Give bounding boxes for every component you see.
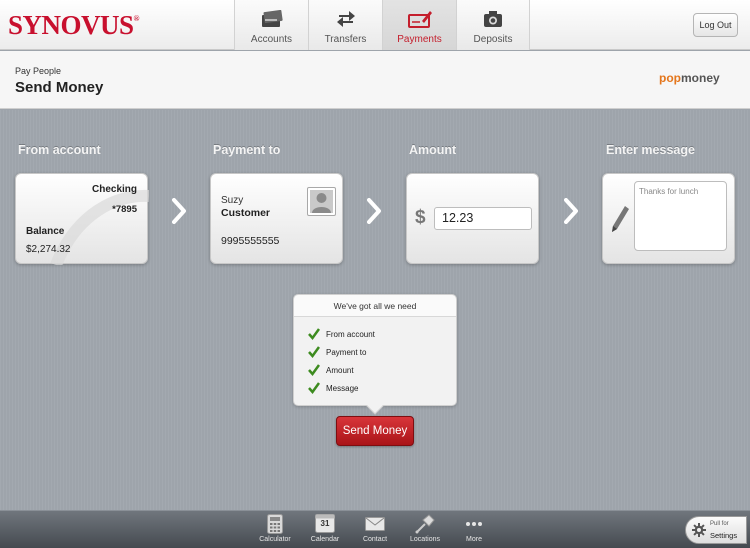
tab-deposits[interactable]: Deposits [456, 0, 530, 50]
page-title: Send Money [15, 79, 104, 96]
tab-label: Deposits [473, 34, 513, 45]
checkmark-icon [308, 328, 320, 340]
tab-payments[interactable]: Payments [382, 0, 456, 50]
settings-hint: Pull for [710, 521, 729, 527]
breadcrumb: Pay People [15, 66, 62, 76]
tab-label: Transfers [324, 34, 367, 45]
calendar-icon: 31 [300, 513, 350, 534]
checkmark-icon [308, 364, 320, 376]
more-dots-icon [449, 513, 499, 534]
toolbar-more[interactable]: More [449, 513, 499, 543]
toolbar-label: Contact [362, 536, 388, 543]
popmoney-logo: popmoney [659, 71, 720, 85]
popover-tail [366, 397, 384, 415]
enter-message-label: Enter message [606, 143, 695, 157]
toolbar-locations[interactable]: Locations [400, 513, 450, 543]
account-number: *7895 [112, 204, 137, 215]
logout-button[interactable]: Log Out [693, 13, 738, 37]
tab-label: Accounts [250, 34, 293, 45]
tab-accounts[interactable]: Accounts [234, 0, 308, 50]
account-type: Checking [91, 184, 137, 195]
toolbar-label: Calculator [259, 536, 291, 543]
payee-card[interactable]: Suzy Customer 9995555555 [210, 173, 343, 264]
page-header: Pay People Send Money popmoney [0, 51, 750, 109]
send-money-panel: From account Payment to Amount Enter mes… [0, 110, 750, 510]
toolbar-contact[interactable]: Contact [350, 513, 400, 543]
main-tabs: Accounts Transfers Payments Deposits [234, 0, 530, 50]
top-bar: SYNOVUS® Accounts Transfers Payments Dep… [0, 0, 750, 50]
settings-label: Settings [710, 531, 738, 540]
toolbar-calendar[interactable]: 31 Calendar [300, 513, 350, 543]
payee-phone: 9995555555 [221, 235, 280, 247]
pull-settings-handle[interactable]: Pull for Settings [685, 516, 747, 544]
chevron-right-icon [564, 198, 578, 224]
checklist-item: Message [308, 381, 358, 395]
toolbar-calculator[interactable]: Calculator [250, 513, 300, 543]
wallet-icon [235, 7, 308, 31]
toolbar-label: Locations [410, 536, 440, 543]
checklist-item: Payment to [308, 345, 366, 359]
envelope-icon [350, 513, 400, 534]
map-pin-icon [400, 513, 450, 534]
transfer-arrows-icon [309, 7, 382, 31]
balance-value: $2,274.32 [26, 244, 71, 255]
tab-label: Payments [397, 34, 442, 45]
avatar [307, 187, 336, 216]
message-card: Thanks for lunch [602, 173, 735, 264]
message-input[interactable]: Thanks for lunch [634, 181, 727, 251]
from-account-card[interactable]: Checking *7895 Balance $2,274.32 [15, 173, 149, 265]
gear-icon [692, 523, 706, 537]
dollar-sign: $ [415, 207, 426, 228]
amount-label: Amount [409, 143, 457, 157]
amount-input[interactable]: 12.23 [434, 207, 532, 230]
camera-icon [457, 7, 529, 31]
bottom-toolbar: Calculator 31 Calendar Contact Locations… [0, 510, 750, 548]
pencil-icon [612, 206, 629, 232]
from-account-label: From account [18, 143, 101, 157]
toolbar-label: More [466, 536, 482, 543]
toolbar-label: Calendar [310, 536, 340, 543]
calculator-icon [250, 513, 300, 534]
payee-first-name: Suzy [221, 195, 244, 206]
checkmark-icon [308, 382, 320, 394]
send-money-button[interactable]: Send Money [336, 416, 414, 446]
checklist-popover: We've got all we need From account Payme… [293, 294, 457, 415]
check-pencil-icon [383, 7, 456, 31]
checklist-item: Amount [308, 363, 354, 377]
amount-card: $ 12.23 [406, 173, 539, 264]
synovus-logo: SYNOVUS® [8, 10, 140, 40]
payee-last-name: Customer [221, 207, 271, 219]
chevron-right-icon [172, 198, 186, 224]
checklist-item: From account [308, 327, 375, 341]
checklist-title: We've got all we need [294, 295, 456, 317]
person-silhouette-icon [310, 190, 333, 213]
checkmark-icon [308, 346, 320, 358]
balance-label: Balance [26, 226, 65, 237]
chevron-right-icon [367, 198, 381, 224]
payment-to-label: Payment to [213, 143, 281, 157]
tab-transfers[interactable]: Transfers [308, 0, 382, 50]
